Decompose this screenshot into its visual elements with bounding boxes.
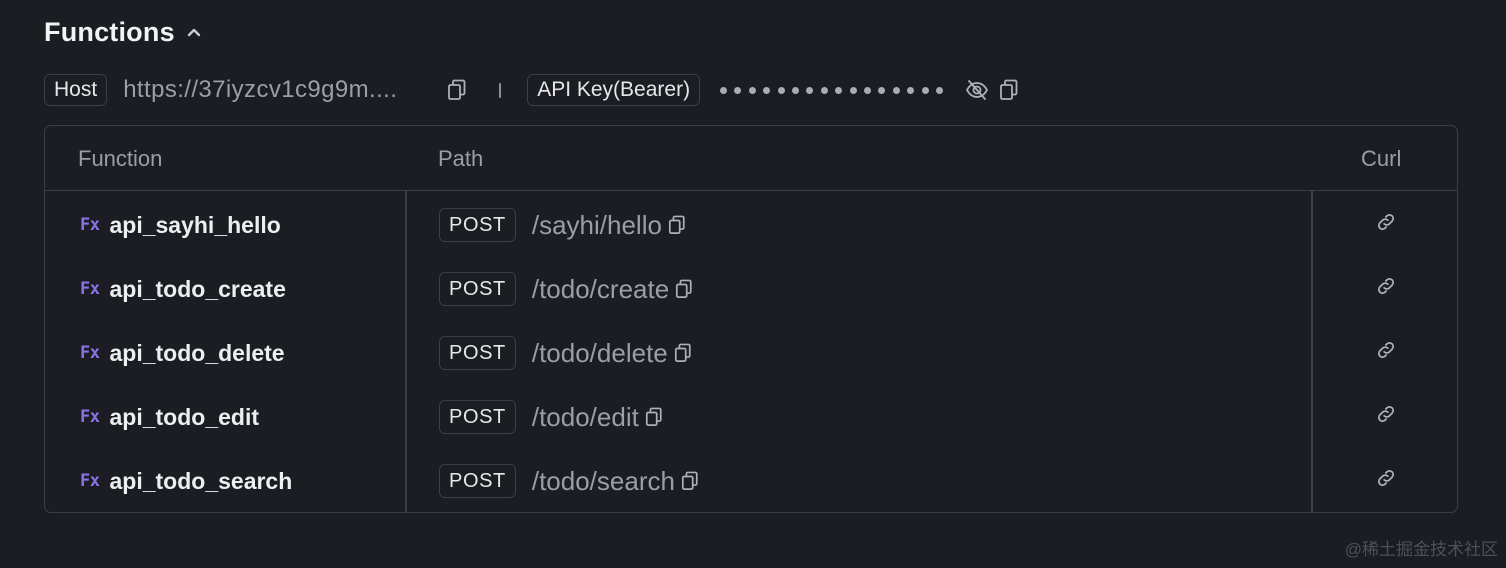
copy-icon[interactable] (681, 471, 699, 491)
function-cell: Fx api_sayhi_hello (80, 193, 281, 257)
column-header-function: Function (78, 146, 163, 171)
link-icon[interactable] (1365, 449, 1407, 507)
method-badge: POST (439, 400, 516, 434)
function-cell: Fx api_todo_edit (80, 385, 259, 449)
host-url: https://37iyzcv1c9g9m.... (123, 76, 398, 103)
function-name[interactable]: api_todo_delete (109, 340, 284, 367)
method-badge: POST (439, 272, 516, 306)
table-row: Fx api_todo_edit POST /todo/edit (45, 385, 1457, 449)
separator (499, 82, 502, 98)
copy-icon[interactable] (675, 279, 693, 299)
copy-icon[interactable] (674, 343, 692, 363)
path-text: /todo/create (531, 273, 670, 304)
copy-icon[interactable] (447, 79, 467, 101)
functions-panel: Functions Host https://37iyzcv1c9g9m....… (0, 0, 1506, 568)
function-name[interactable]: api_todo_search (109, 468, 292, 495)
api-key-masked-value (720, 86, 943, 94)
path-text: /todo/edit (531, 401, 639, 432)
fx-badge-icon: Fx (80, 471, 100, 491)
section-title: Functions (44, 16, 175, 47)
link-icon[interactable] (1365, 385, 1407, 443)
path-cell: POST /todo/create (439, 257, 693, 321)
method-badge: POST (439, 208, 516, 242)
endpoint-info-row: Host https://37iyzcv1c9g9m.... API Key(B… (44, 72, 1019, 108)
table-header: Function Path Curl (45, 126, 1457, 191)
column-header-curl: Curl (1361, 146, 1402, 171)
fx-badge-icon: Fx (80, 215, 100, 235)
copy-icon[interactable] (645, 407, 663, 427)
functions-table: Function Path Curl Fx api_sayhi_hello PO… (44, 125, 1458, 513)
path-cell: POST /todo/edit (439, 385, 663, 449)
function-name[interactable]: api_todo_create (109, 276, 285, 303)
watermark: @稀土掘金技术社区 (1344, 540, 1498, 559)
path-cell: POST /todo/search (439, 449, 699, 512)
copy-icon[interactable] (999, 79, 1019, 101)
table-row: Fx api_todo_create POST /todo/create (45, 257, 1457, 321)
path-text: /todo/delete (531, 337, 668, 368)
api-key-label: API Key(Bearer) (527, 74, 701, 106)
table-row: Fx api_sayhi_hello POST /sayhi/hello (45, 193, 1457, 257)
eye-off-icon[interactable] (965, 79, 989, 101)
path-text: /sayhi/hello (531, 209, 662, 240)
link-icon[interactable] (1365, 321, 1407, 379)
table-row: Fx api_todo_search POST /todo/search (45, 449, 1457, 512)
fx-badge-icon: Fx (80, 407, 100, 427)
copy-icon[interactable] (668, 215, 686, 235)
function-cell: Fx api_todo_search (80, 449, 292, 512)
function-cell: Fx api_todo_create (80, 257, 286, 321)
column-header-path: Path (438, 146, 484, 171)
chevron-up-icon[interactable] (185, 23, 203, 41)
host-label: Host (44, 74, 108, 106)
path-text: /todo/search (531, 465, 675, 496)
link-icon[interactable] (1365, 193, 1407, 251)
table-row: Fx api_todo_delete POST /todo/delete (45, 321, 1457, 385)
fx-badge-icon: Fx (80, 343, 100, 363)
method-badge: POST (439, 336, 516, 370)
section-header: Functions (44, 14, 203, 50)
function-name[interactable]: api_sayhi_hello (109, 212, 280, 239)
function-name[interactable]: api_todo_edit (109, 404, 259, 431)
fx-badge-icon: Fx (80, 279, 100, 299)
path-cell: POST /sayhi/hello (439, 193, 686, 257)
link-icon[interactable] (1365, 257, 1407, 315)
method-badge: POST (439, 464, 516, 498)
function-cell: Fx api_todo_delete (80, 321, 285, 385)
path-cell: POST /todo/delete (439, 321, 692, 385)
